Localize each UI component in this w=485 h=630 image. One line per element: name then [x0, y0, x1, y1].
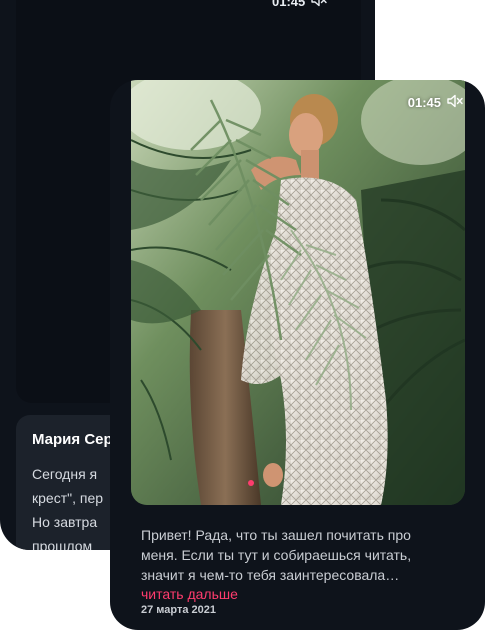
front-story-card[interactable]: 01:45 Привет! Рада, что ты зашел почитат… — [110, 80, 485, 630]
story-text-line: Привет! Рада, что ты зашел почитать про — [141, 527, 411, 543]
stage: 01:45 Мария Сер Сегодня я крест", пер Но… — [0, 0, 485, 630]
story-preview-text: Привет! Рада, что ты зашел почитать про … — [141, 525, 471, 585]
story-text-line: меня. Если ты тут и собираешься читать, — [141, 547, 412, 563]
front-status-bar: 01:45 — [408, 94, 463, 111]
story-photo[interactable] — [131, 80, 465, 505]
back-status-bar: 01:45 — [272, 0, 327, 10]
speaker-muted-icon[interactable] — [447, 94, 463, 111]
story-text-line: значит я чем-то тебя заинтересовала… — [141, 567, 400, 583]
read-more-link[interactable]: читать дальше — [141, 585, 238, 603]
back-time: 01:45 — [272, 0, 306, 9]
carousel-dots — [248, 480, 254, 486]
front-time: 01:45 — [407, 95, 441, 110]
palm-photo-illustration — [131, 80, 465, 505]
carousel-dot-active[interactable] — [248, 480, 254, 486]
post-date: 27 марта 2021 — [141, 604, 217, 616]
speaker-muted-icon[interactable] — [311, 0, 327, 10]
